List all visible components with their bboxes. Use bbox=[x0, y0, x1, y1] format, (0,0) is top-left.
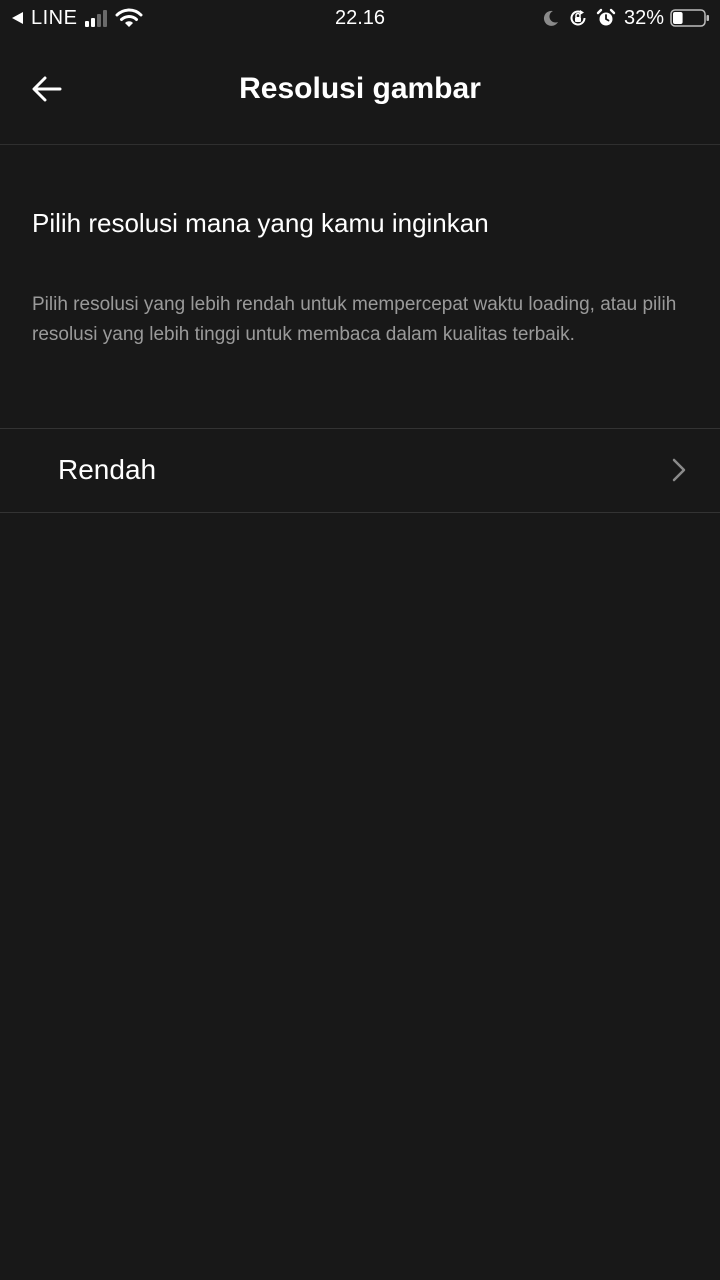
battery-icon bbox=[670, 9, 709, 27]
alarm-icon bbox=[596, 8, 616, 26]
section-description: Pilih resolusi yang lebih rendah untuk m… bbox=[32, 294, 677, 345]
page-title: Resolusi gambar bbox=[239, 72, 481, 105]
status-bar: LINE 22.16 32% bbox=[0, 0, 720, 36]
orientation-lock-icon bbox=[570, 10, 586, 26]
resolution-option-label: Rendah bbox=[58, 454, 157, 485]
battery-percent: 32% bbox=[623, 6, 664, 29]
moon-icon bbox=[543, 10, 558, 26]
section-heading: Pilih resolusi mana yang kamu inginkan bbox=[32, 208, 489, 238]
chevron-right-icon bbox=[672, 458, 686, 482]
header: Resolusi gambar bbox=[0, 36, 720, 145]
resolution-option-row[interactable]: Rendah bbox=[0, 428, 720, 513]
status-right: 32% bbox=[534, 6, 710, 30]
